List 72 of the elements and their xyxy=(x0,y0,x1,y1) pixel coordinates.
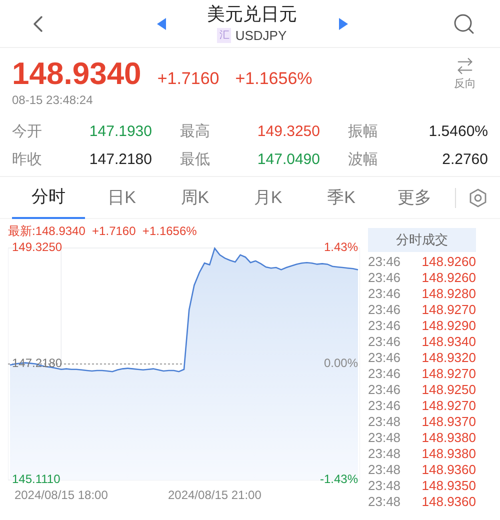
chart-tab[interactable]: 周K xyxy=(158,176,232,218)
tick-time: 23:46 xyxy=(368,398,401,414)
tick-time: 23:46 xyxy=(368,350,401,366)
tick-time: 23:46 xyxy=(368,302,401,318)
invert-button[interactable]: 反向 xyxy=(454,56,476,92)
ticks-header: 分时成交 xyxy=(368,228,476,252)
tick-time: 23:46 xyxy=(368,318,401,334)
stat-label: 昨收 xyxy=(12,150,42,170)
chart-tab[interactable]: 日K xyxy=(85,176,158,218)
stat-value: 1.5460% xyxy=(428,122,488,142)
axis-label: 1.43% xyxy=(324,240,358,254)
tick-time: 23:48 xyxy=(368,414,401,430)
axis-label: 149.3250 xyxy=(12,240,62,254)
settings-icon[interactable] xyxy=(468,188,488,208)
latest-quote: 最新:148.9340 +1.7160 +1.1656% xyxy=(8,223,198,239)
chart-tab[interactable]: 分时 xyxy=(12,176,86,218)
tick-price: 148.9370 xyxy=(422,414,476,430)
tick-time: 23:48 xyxy=(368,494,401,510)
axis-label: 145.1110 xyxy=(12,472,60,486)
forex-badge: 汇 xyxy=(217,28,232,43)
tick-time: 23:46 xyxy=(368,254,401,270)
search-icon[interactable] xyxy=(452,12,476,36)
tick-price: 148.9280 xyxy=(422,286,476,302)
stat-value: 2.2760 xyxy=(442,150,488,170)
tick-price: 148.9270 xyxy=(422,398,476,414)
chart-tab[interactable]: 季K xyxy=(304,176,378,218)
percent-change: +1.1656% xyxy=(235,68,312,90)
axis-label: -1.43% xyxy=(320,472,358,486)
tick-time: 23:46 xyxy=(368,366,401,382)
tick-price: 148.9360 xyxy=(422,462,476,478)
axis-label: 2024/08/15 18:00 xyxy=(14,488,108,502)
price-change: +1.7160 xyxy=(157,68,220,90)
tick-time: 23:46 xyxy=(368,334,401,350)
tick-time: 23:46 xyxy=(368,270,401,286)
stat-label: 今开 xyxy=(12,122,42,142)
tick-time: 23:46 xyxy=(368,382,401,398)
quote-time: 08-15 23:48:24 xyxy=(12,92,94,108)
tick-time: 23:48 xyxy=(368,478,401,494)
axis-label: 0.00% xyxy=(324,356,358,370)
stat-label: 振幅 xyxy=(348,122,378,142)
tick-price: 148.9270 xyxy=(422,302,476,318)
last-price: 148.9340 xyxy=(12,56,142,92)
stat-value: 147.1930 xyxy=(89,122,152,142)
chart-tab[interactable]: 月K xyxy=(232,176,305,218)
stat-label: 波幅 xyxy=(348,150,378,170)
tick-price: 148.9340 xyxy=(422,334,476,350)
tick-price: 148.9320 xyxy=(422,350,476,366)
tick-time: 23:48 xyxy=(368,446,401,462)
previous-icon[interactable] xyxy=(156,18,166,30)
tick-time: 23:46 xyxy=(368,286,401,302)
stat-value: 147.0490 xyxy=(257,150,320,170)
window-title: 美元兑日元 xyxy=(207,2,297,26)
tick-price: 148.9250 xyxy=(422,382,476,398)
tick-price: 148.9260 xyxy=(422,254,476,270)
tick-time: 23:48 xyxy=(368,430,401,446)
stat-value: 149.3250 xyxy=(257,122,320,142)
swap-icon xyxy=(455,56,475,76)
stat-value: 147.2180 xyxy=(89,150,152,170)
symbol-code: USDJPY xyxy=(235,26,287,45)
tick-price: 148.9270 xyxy=(422,366,476,382)
tick-price: 148.9350 xyxy=(422,478,476,494)
chart-tab[interactable]: 更多 xyxy=(378,176,452,218)
tick-price: 148.9380 xyxy=(422,430,476,446)
tick-price: 148.9260 xyxy=(422,270,476,286)
stat-label: 最高 xyxy=(180,122,210,142)
tick-time: 23:48 xyxy=(368,462,401,478)
axis-label: 2024/08/15 21:00 xyxy=(168,488,262,502)
stat-label: 最低 xyxy=(180,150,210,170)
next-icon[interactable] xyxy=(338,18,348,30)
tick-price: 148.9360 xyxy=(422,494,476,510)
tick-price: 148.9290 xyxy=(422,318,476,334)
tick-price: 148.9380 xyxy=(422,446,476,462)
